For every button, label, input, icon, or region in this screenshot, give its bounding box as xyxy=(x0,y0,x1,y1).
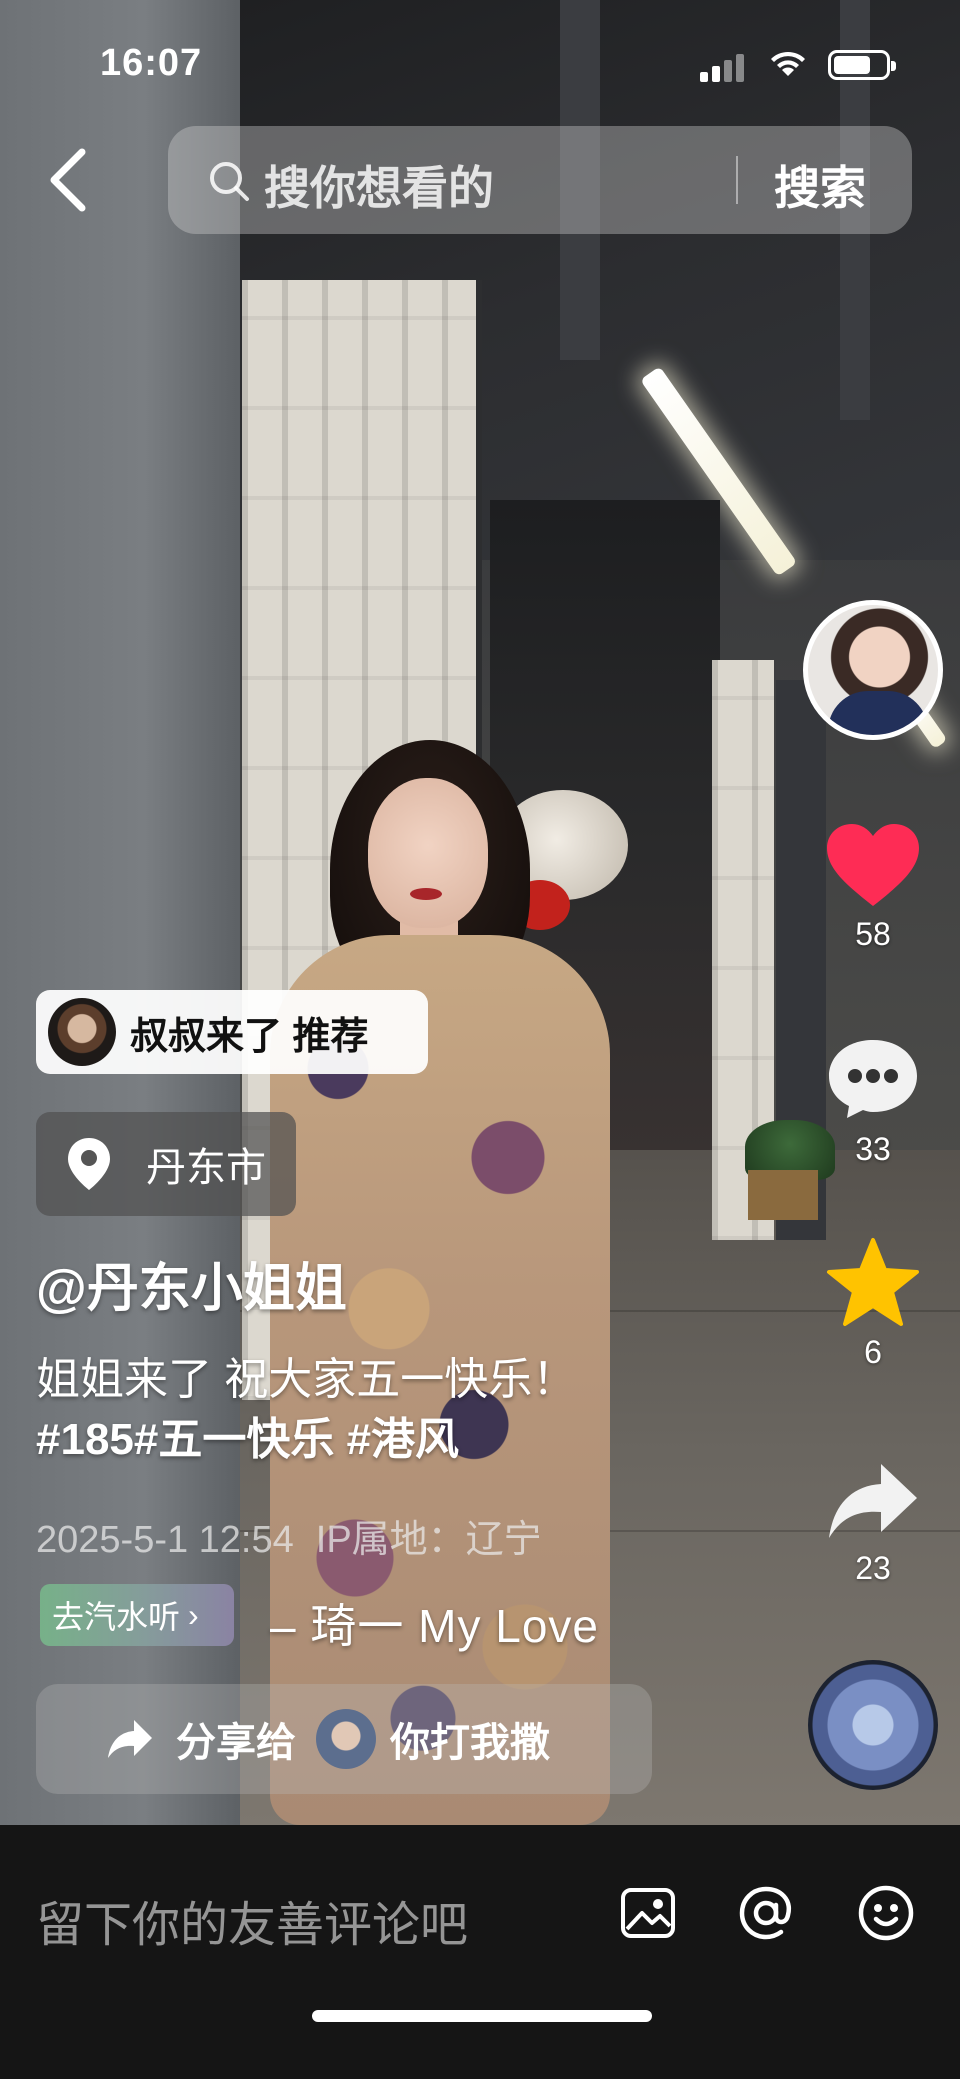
status-bar: 16:07 xyxy=(0,30,960,100)
author-handle[interactable]: @丹东小姐姐 xyxy=(36,1246,347,1321)
comment-bar: 留下你的友善评论吧 xyxy=(0,1825,960,2079)
mention-icon[interactable] xyxy=(736,1883,796,1943)
soda-music-chip[interactable]: 去汽水听 › xyxy=(40,1584,234,1646)
hashtags[interactable]: #185#五一快乐 #港风 xyxy=(36,1410,676,1470)
recommend-label: 叔叔来了 推荐 xyxy=(130,1015,369,1058)
emoji-icon[interactable] xyxy=(856,1883,916,1943)
share-to-friend-bar[interactable]: 分享给 你打我撒 xyxy=(36,1684,652,1794)
location-chip[interactable]: 丹东市 xyxy=(36,1112,296,1216)
caption-text: 姐姐来了 祝大家五一快乐！ xyxy=(36,1355,577,1404)
post-ip-location: IP属地：辽宁 xyxy=(315,1519,542,1561)
location-pin-icon xyxy=(68,1138,110,1190)
favorite-button[interactable]: 6 xyxy=(813,1236,933,1371)
search-bar[interactable]: 搜你想看的 搜索 xyxy=(168,126,912,234)
search-input[interactable]: 搜你想看的 xyxy=(264,152,494,218)
music-disc[interactable] xyxy=(808,1660,938,1790)
friend-name: 你打我撒 xyxy=(390,1721,550,1765)
heart-icon xyxy=(827,824,919,906)
soda-label: 去汽水听 xyxy=(52,1599,181,1635)
creator-avatar[interactable] xyxy=(803,600,943,740)
face xyxy=(368,778,488,928)
image-icon[interactable] xyxy=(618,1883,678,1943)
recommender-avatar xyxy=(48,998,116,1066)
like-button[interactable]: 58 xyxy=(813,822,933,953)
search-divider xyxy=(736,156,738,204)
share-label: 分享给 xyxy=(176,1721,296,1765)
battery-icon xyxy=(828,50,896,80)
status-time: 16:07 xyxy=(100,42,203,84)
music-title[interactable]: – 琦一 My Love xyxy=(270,1590,599,1656)
location-label: 丹东市 xyxy=(146,1146,266,1190)
lips xyxy=(410,888,442,900)
comment-input[interactable]: 留下你的友善评论吧 xyxy=(36,1885,468,1955)
caption: 姐姐来了 祝大家五一快乐！ #185#五一快乐 #港风 xyxy=(36,1350,676,1470)
cellular-signal-icon xyxy=(700,52,746,82)
chevron-right-icon: › xyxy=(188,1596,199,1633)
recommend-chip[interactable]: 叔叔来了 推荐 xyxy=(36,990,428,1074)
share-icon xyxy=(829,1464,917,1538)
share-count: 23 xyxy=(855,1550,891,1586)
favorite-count: 6 xyxy=(864,1334,882,1370)
like-count: 58 xyxy=(855,916,891,952)
search-icon xyxy=(210,162,249,201)
comment-button[interactable]: 33 xyxy=(813,1036,933,1168)
post-meta: 2025-5-1 12:54 IP属地：辽宁 xyxy=(36,1508,542,1563)
share-button[interactable]: 23 xyxy=(813,1458,933,1587)
post-date: 2025-5-1 12:54 xyxy=(36,1519,294,1561)
back-button[interactable] xyxy=(40,140,100,220)
home-indicator[interactable] xyxy=(312,2010,652,2022)
search-button[interactable]: 搜索 xyxy=(774,152,866,218)
comment-icon xyxy=(829,1040,917,1118)
share-arrow-icon xyxy=(108,1720,152,1758)
star-icon xyxy=(827,1238,919,1326)
plant-pot xyxy=(748,1170,818,1220)
comment-count: 33 xyxy=(855,1131,891,1167)
friend-avatar xyxy=(316,1709,376,1769)
wifi-icon xyxy=(771,51,805,76)
